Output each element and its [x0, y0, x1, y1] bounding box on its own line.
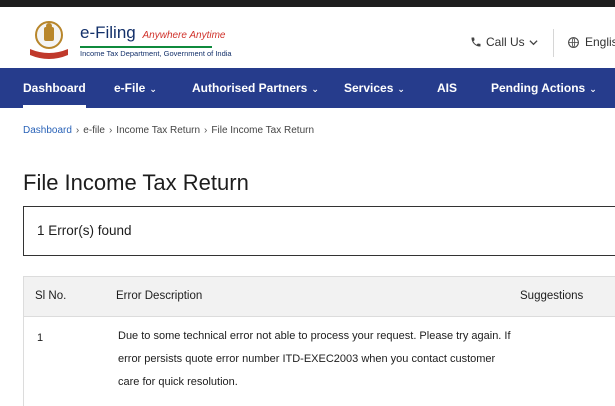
- top-strip: [0, 0, 615, 7]
- nav-item-authorised-partners[interactable]: Authorised Partners ⌄: [192, 68, 319, 108]
- globe-icon: [568, 36, 579, 48]
- nav-item-services[interactable]: Services ⌄: [344, 68, 405, 108]
- nav-item-pending-actions[interactable]: Pending Actions ⌄: [491, 68, 597, 108]
- breadcrumb-current: File Income Tax Return: [211, 125, 315, 136]
- brand-title: e-Filing Anywhere Anytime: [80, 23, 226, 42]
- chevron-down-icon: ⌄: [589, 84, 597, 94]
- breadcrumb-e-file[interactable]: e-file: [83, 125, 105, 136]
- breadcrumb-separator: ›: [75, 125, 80, 136]
- brand-tagline: Anywhere Anytime: [142, 30, 226, 41]
- emblem-logo-icon[interactable]: [24, 19, 74, 61]
- chevron-down-icon: [529, 39, 538, 45]
- call-us-label: Call Us: [486, 35, 525, 49]
- nav-item-e-file[interactable]: e-File ⌄: [114, 68, 157, 108]
- header-error-description: Error Description: [116, 290, 203, 302]
- site-header: e-Filing Anywhere Anytime Income Tax Dep…: [0, 7, 615, 68]
- table-header: Sl No. Error Description Suggestions: [24, 277, 615, 317]
- main-nav: Dashboard e-File ⌄ Authorised Partners ⌄ S…: [0, 68, 615, 108]
- breadcrumb: Dashboard › e-file › Income Tax Return › File …: [23, 125, 314, 136]
- header-sl-no: Sl No.: [35, 290, 67, 302]
- row-error-description: Due to some technical error not able to …: [118, 330, 511, 388]
- chevron-down-icon: ⌄: [311, 84, 319, 94]
- nav-item-ais[interactable]: AIS: [437, 68, 457, 108]
- header-suggestions: Suggestions: [520, 290, 584, 302]
- breadcrumb-separator: ›: [108, 125, 113, 136]
- brand-block[interactable]: e-Filing Anywhere Anytime Income Tax Dep…: [80, 24, 232, 58]
- error-table: Sl No. Error Description Suggestions 1 D…: [23, 276, 615, 406]
- error-count: 1 Error(s) found: [37, 223, 132, 238]
- brand-subtitle: Income Tax Department, Government of Ind…: [80, 49, 232, 58]
- header-divider: [553, 29, 554, 57]
- row-sl-no: 1: [37, 332, 44, 344]
- nav-item-dashboard[interactable]: Dashboard: [23, 68, 86, 108]
- language-selector[interactable]: English: [567, 35, 615, 49]
- language-label: English: [585, 35, 615, 49]
- page-title: File Income Tax Return: [23, 170, 249, 195]
- error-summary-box: 1 Error(s) found: [23, 206, 615, 256]
- brand-divider: [80, 46, 212, 48]
- phone-icon: [471, 37, 481, 47]
- breadcrumb-dashboard[interactable]: Dashboard: [23, 125, 72, 136]
- chevron-down-icon: ⌄: [397, 84, 405, 94]
- call-us-dropdown[interactable]: Call Us: [470, 35, 538, 49]
- breadcrumb-income-tax-return[interactable]: Income Tax Return: [116, 125, 200, 136]
- breadcrumb-separator: ›: [204, 125, 208, 136]
- chevron-down-icon: ⌄: [149, 84, 157, 94]
